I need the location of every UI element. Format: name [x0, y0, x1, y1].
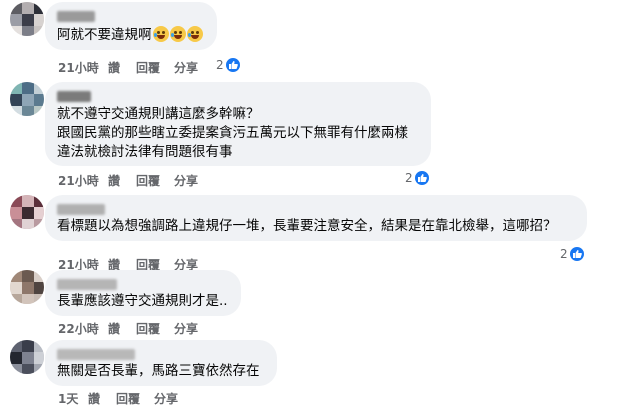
share-button[interactable]: 分享: [174, 172, 198, 189]
author-name-redacted[interactable]: [57, 279, 117, 290]
comment-text: 無關是否長輩，馬路三寶依然存在: [57, 363, 260, 379]
avatar[interactable]: [10, 195, 44, 229]
like-button[interactable]: 讚: [88, 390, 100, 407]
timestamp[interactable]: 21小時: [58, 172, 99, 189]
comment-bubble: 看標題以為想強調路上違規仔一堆，長輩要注意安全，結果是在靠北檢舉，這哪招？: [45, 195, 587, 241]
comment-bubble: 阿就不要違規啊: [45, 2, 217, 50]
reply-button[interactable]: 回覆: [116, 390, 140, 407]
reply-button[interactable]: 回覆: [136, 172, 160, 189]
timestamp[interactable]: 1天: [58, 390, 78, 407]
like-button[interactable]: 讚: [108, 172, 120, 189]
share-button[interactable]: 分享: [174, 320, 198, 337]
like-icon: [414, 170, 430, 186]
avatar[interactable]: [10, 82, 44, 116]
like-icon: [569, 246, 585, 262]
author-name-redacted[interactable]: [57, 91, 91, 102]
avatar[interactable]: [10, 340, 44, 374]
avatar[interactable]: [10, 270, 44, 304]
timestamp[interactable]: 22小時: [58, 320, 99, 337]
reply-button[interactable]: 回覆: [136, 320, 160, 337]
avatar[interactable]: [10, 2, 44, 36]
like-button[interactable]: 讚: [108, 320, 120, 337]
comment-text-line-2: 跟國民黨的那些瞎立委提案貪污五萬元以下無罪有什麼兩樣: [57, 125, 408, 141]
reply-button[interactable]: 回覆: [136, 59, 160, 76]
like-button[interactable]: 讚: [108, 59, 120, 76]
rolling-laughing-emoji: [152, 26, 169, 42]
like-icon: [225, 57, 241, 73]
comment-text: 長輩應該遵守交通規則才是..: [57, 293, 228, 309]
comment-bubble: 長輩應該遵守交通規則才是..: [45, 270, 241, 316]
comment-text: 看標題以為想強調路上違規仔一堆，長輩要注意安全，結果是在靠北檢舉，這哪招？: [57, 218, 557, 234]
timestamp[interactable]: 21小時: [58, 59, 99, 76]
comment-text: 阿就不要違規啊: [57, 26, 203, 45]
author-name-redacted[interactable]: [57, 349, 135, 360]
comment-text-line-1: 就不遵守交通規則講這麼多幹嘛？: [57, 106, 260, 122]
comment-bubble: 就不遵守交通規則講這麼多幹嘛？ 跟國民黨的那些瞎立委提案貪污五萬元以下無罪有什麼…: [45, 82, 431, 166]
author-name-redacted[interactable]: [57, 204, 105, 215]
rolling-laughing-emoji: [186, 26, 203, 42]
share-button[interactable]: 分享: [154, 390, 178, 407]
comment-bubble: 無關是否長輩，馬路三寶依然存在: [45, 340, 277, 386]
share-button[interactable]: 分享: [174, 59, 198, 76]
rolling-laughing-emoji: [169, 26, 186, 42]
comment-text-line-3: 違法就檢討法律有問題很有事: [57, 144, 233, 160]
author-name-redacted[interactable]: [57, 11, 95, 22]
